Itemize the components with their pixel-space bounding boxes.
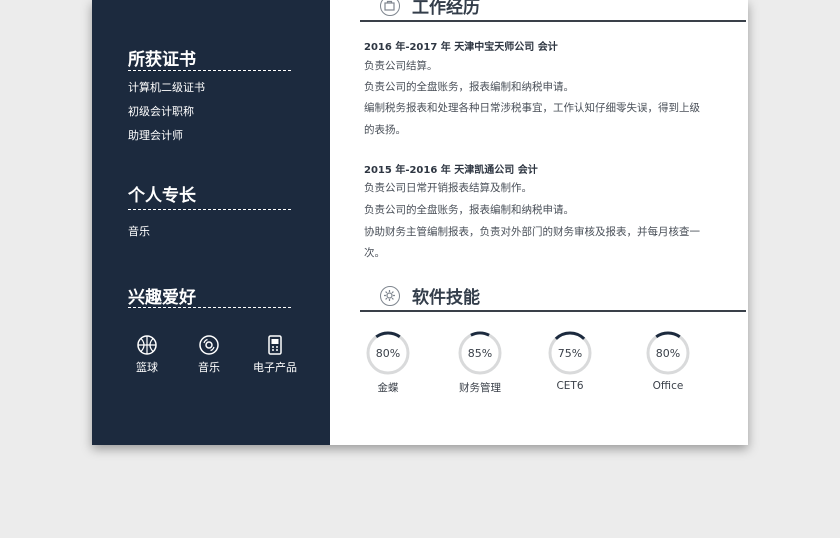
skill-ring: 80%	[366, 331, 410, 375]
work-section-divider	[360, 20, 746, 22]
skill-name: Office	[652, 380, 684, 392]
cert-item: 计算机二级证书	[128, 81, 205, 94]
hobby-label: 电子产品	[253, 361, 297, 374]
hobby-music: 音乐	[184, 334, 234, 375]
skill-gauge: 80% Office	[633, 329, 703, 392]
skill-ring-fill	[554, 331, 586, 340]
hobby-label: 篮球	[136, 361, 158, 374]
skill-name: 金蝶	[377, 382, 399, 394]
skill-gauge: 80% 金蝶	[353, 329, 423, 395]
job-detail: 负责公司的全盘账务，报表编制和纳税申请。	[364, 204, 574, 216]
hobbies-title: 兴趣爱好	[128, 288, 196, 308]
skill-ring: 80%	[646, 331, 690, 375]
skill-name: 财务管理	[459, 382, 501, 394]
briefcase-icon	[380, 0, 400, 16]
skills-title: 个人专长	[128, 186, 196, 206]
skill-ring: 85%	[458, 331, 502, 375]
skill-name: CET6	[556, 380, 584, 392]
job-detail: 协助财务主管编制报表，负责对外部门的财务审核及报表，并每月核查一	[364, 226, 700, 238]
sidebar: 所获证书 计算机二级证书 初级会计职称 助理会计师 个人专长 音乐 兴趣爱好 篮…	[92, 0, 330, 445]
hobby-basketball: 篮球	[122, 334, 172, 375]
skill-ring-fill	[655, 331, 681, 339]
main-content: 工作经历 2016 年-2017 年 天津中宝天师公司 会计 负责公司结算。 负…	[330, 0, 748, 445]
job-detail: 的表扬。	[364, 124, 406, 136]
job-header: 2015 年-2016 年 天津凯通公司 会计	[364, 165, 538, 176]
job-header: 2016 年-2017 年 天津中宝天师公司 会计	[364, 42, 558, 53]
skill-gauge: 85% 财务管理	[445, 329, 515, 395]
music-disc-icon	[199, 335, 219, 355]
skill-percent: 85%	[468, 347, 492, 360]
skill-gauge: 75% CET6	[535, 329, 605, 392]
cert-item: 初级会计职称	[128, 105, 194, 118]
cert-item: 助理会计师	[128, 129, 183, 142]
work-section-header: 工作经历	[360, 0, 746, 22]
software-section-header: 软件技能	[360, 286, 746, 312]
skill-item: 音乐	[128, 225, 150, 238]
certs-divider	[128, 70, 291, 71]
gear-icon	[380, 286, 400, 306]
skill-percent: 80%	[656, 347, 680, 360]
skill-ring-fill	[470, 331, 490, 337]
hobby-electronics: 电子产品	[248, 334, 302, 375]
job-detail: 次。	[364, 247, 385, 259]
skills-divider	[128, 209, 291, 210]
job-detail: 负责公司结算。	[364, 60, 438, 72]
software-section-divider	[360, 310, 746, 312]
skill-percent: 75%	[558, 347, 582, 360]
skill-percent: 80%	[376, 347, 400, 360]
certs-title: 所获证书	[128, 50, 196, 70]
skill-ring: 75%	[548, 331, 592, 375]
work-section-title: 工作经历	[412, 0, 480, 18]
skill-ring-fill	[375, 331, 401, 339]
basketball-icon	[137, 335, 157, 355]
job-detail: 负责公司的全盘账务，报表编制和纳税申请。	[364, 81, 574, 93]
job-detail: 编制税务报表和处理各种日常涉税事宜，工作认知仔细零失误，得到上级	[364, 102, 700, 114]
resume-page: 所获证书 计算机二级证书 初级会计职称 助理会计师 个人专长 音乐 兴趣爱好 篮…	[92, 0, 748, 445]
hobby-label: 音乐	[198, 361, 220, 374]
software-section-title: 软件技能	[412, 288, 480, 308]
device-icon	[268, 335, 282, 355]
job-detail: 负责公司日常开销报表结算及制作。	[364, 182, 532, 194]
hobbies-divider	[128, 307, 291, 308]
